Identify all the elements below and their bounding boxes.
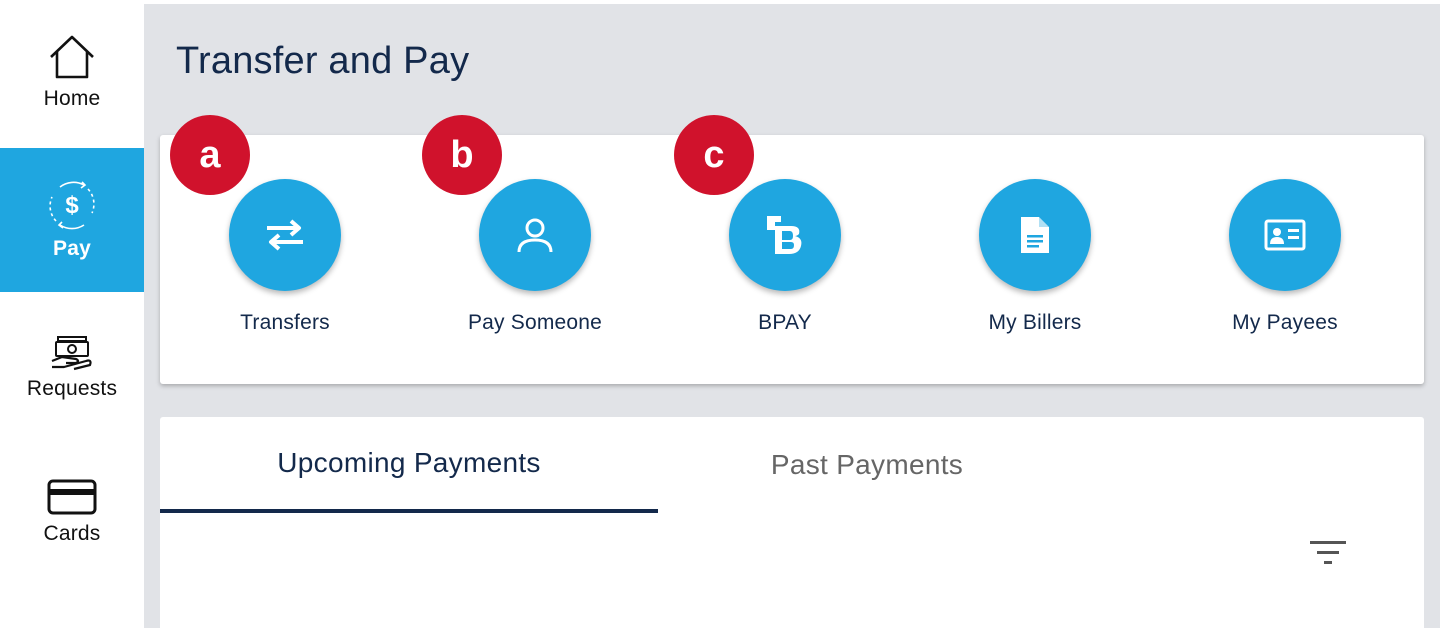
action-label: Transfers [240,311,330,334]
bpay-icon [767,216,802,254]
tab-upcoming-payments[interactable]: Upcoming Payments [160,417,658,513]
annotation-badge-a: a [170,115,250,195]
my-billers-button[interactable]: My Billers [910,179,1160,335]
payments-card: Upcoming Payments Past Payments [160,417,1424,628]
home-icon [50,35,94,79]
person-icon [517,218,553,253]
main-content: Transfer and Pay Transfers Pay Someone B… [144,4,1440,628]
sidebar-item-label: Home [43,87,101,110]
svg-text:$: $ [65,192,79,219]
sidebar-item-requests[interactable]: Requests [0,296,144,440]
my-payees-button[interactable]: My Payees [1160,179,1410,335]
sidebar-item-label: Requests [26,377,118,400]
transfers-button[interactable]: Transfers [160,179,410,335]
pay-someone-circle [479,179,591,291]
document-icon [1021,217,1049,253]
contact-card-icon [1264,219,1306,251]
sidebar: Home $ Pay Requests Cards [0,0,144,628]
sidebar-item-label: Pay [53,237,91,260]
sidebar-item-home[interactable]: Home [0,0,144,144]
action-label: My Payees [1232,311,1338,334]
card-icon [47,479,97,515]
action-label: My Billers [988,311,1082,334]
my-payees-circle [1229,179,1341,291]
my-billers-circle [979,179,1091,291]
sidebar-item-label: Cards [43,522,101,545]
annotation-badge-c: c [674,115,754,195]
requests-icon [51,336,92,371]
action-label: Pay Someone [467,311,603,334]
page-title: Transfer and Pay [176,40,470,82]
tab-past-payments[interactable]: Past Payments [618,417,1116,513]
filter-button[interactable] [1310,539,1346,571]
filter-icon [1310,541,1346,564]
payment-actions-card: Transfers Pay Someone BPAY My Billers My… [160,115,1424,384]
pay-icon: $ [49,181,95,230]
sidebar-item-cards[interactable]: Cards [0,440,144,584]
annotation-badge-b: b [422,115,502,195]
transfer-arrows-icon [267,219,303,251]
action-label: BPAY [758,311,812,334]
sidebar-item-pay[interactable]: $ Pay [0,148,144,292]
transfers-circle [229,179,341,291]
pay-someone-button[interactable]: Pay Someone [410,179,660,335]
bpay-button[interactable]: BPAY [660,179,910,335]
bpay-circle [729,179,841,291]
